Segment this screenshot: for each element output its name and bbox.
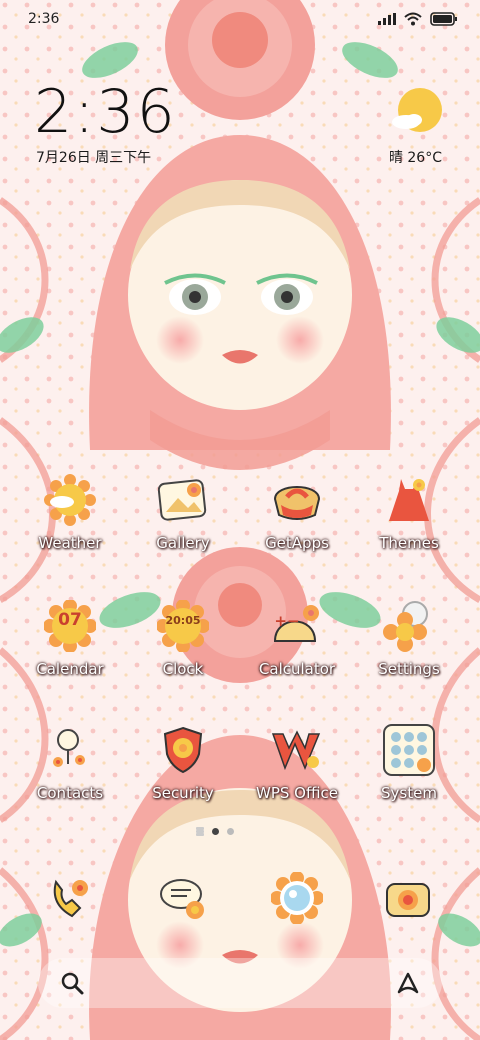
getapps-icon [267, 470, 327, 530]
assistant-icon[interactable] [388, 963, 428, 1003]
app-label: Themes [379, 534, 439, 552]
app-contacts[interactable]: Contacts [15, 720, 125, 802]
app-clock[interactable]: Clock [128, 596, 238, 678]
dock-app-phone[interactable] [15, 868, 125, 928]
app-label: Calendar [36, 660, 104, 678]
search-icon[interactable] [52, 963, 92, 1003]
app-label: GetApps [265, 534, 329, 552]
app-label: Clock [162, 660, 204, 678]
status-bar: 2:36 [0, 0, 480, 40]
page-list-icon [196, 830, 204, 833]
clock-widget-weather[interactable]: 晴 26°C [389, 147, 442, 167]
app-settings[interactable]: Settings [354, 596, 464, 678]
dock-app-camera[interactable] [354, 868, 464, 928]
clock-icon-time: 20:05 [165, 614, 201, 627]
page-dot-active [212, 828, 219, 835]
dock-bar [38, 958, 442, 1008]
dress-icon [379, 470, 439, 530]
dock-app-messages[interactable] [128, 868, 238, 928]
app-label: WPS Office [256, 784, 338, 802]
calendar-icon-date: 07 [58, 610, 82, 630]
app-security[interactable]: Security [128, 720, 238, 802]
signal-icon [378, 13, 396, 25]
app-system[interactable]: System [354, 720, 464, 802]
status-icons [378, 12, 458, 26]
app-label: Contacts [36, 784, 104, 802]
wifi-icon [404, 12, 422, 26]
app-label: Security [152, 784, 214, 802]
wps-icon [267, 720, 327, 780]
contacts-icon [40, 720, 100, 780]
browser-icon [267, 868, 327, 928]
dock-app-browser[interactable] [242, 868, 352, 928]
app-calendar[interactable]: Calendar [15, 596, 125, 678]
page-dot [227, 828, 234, 835]
app-calculator[interactable]: Calculator [242, 596, 352, 678]
sun-cloud-icon[interactable] [390, 84, 446, 144]
gallery-icon [153, 470, 213, 530]
folder-grid-icon [379, 720, 439, 780]
app-getapps[interactable]: GetApps [242, 470, 352, 552]
phone-icon [40, 868, 100, 928]
app-themes[interactable]: Themes [354, 470, 464, 552]
app-gallery[interactable]: Gallery [128, 470, 238, 552]
app-label: Gallery [156, 534, 210, 552]
page-indicator[interactable] [196, 828, 234, 835]
camera-icon [379, 868, 439, 928]
shield-icon [153, 720, 213, 780]
clock-widget-date[interactable]: 7月26日 周三下午 [36, 147, 151, 167]
app-weather[interactable]: Weather [15, 470, 125, 552]
app-label: Calculator [258, 660, 336, 678]
app-wps-office[interactable]: WPS Office [242, 720, 352, 802]
app-label: Weather [38, 534, 102, 552]
app-label: System [381, 784, 437, 802]
clock-widget-time[interactable]: 2:36 [34, 80, 177, 144]
app-label: Settings [378, 660, 440, 678]
sun-icon [40, 470, 100, 530]
messages-icon [153, 868, 213, 928]
battery-icon [430, 12, 457, 26]
calculator-icon-signs: +− [274, 612, 300, 630]
status-time: 2:36 [28, 11, 60, 27]
gear-flower-icon [379, 596, 439, 656]
